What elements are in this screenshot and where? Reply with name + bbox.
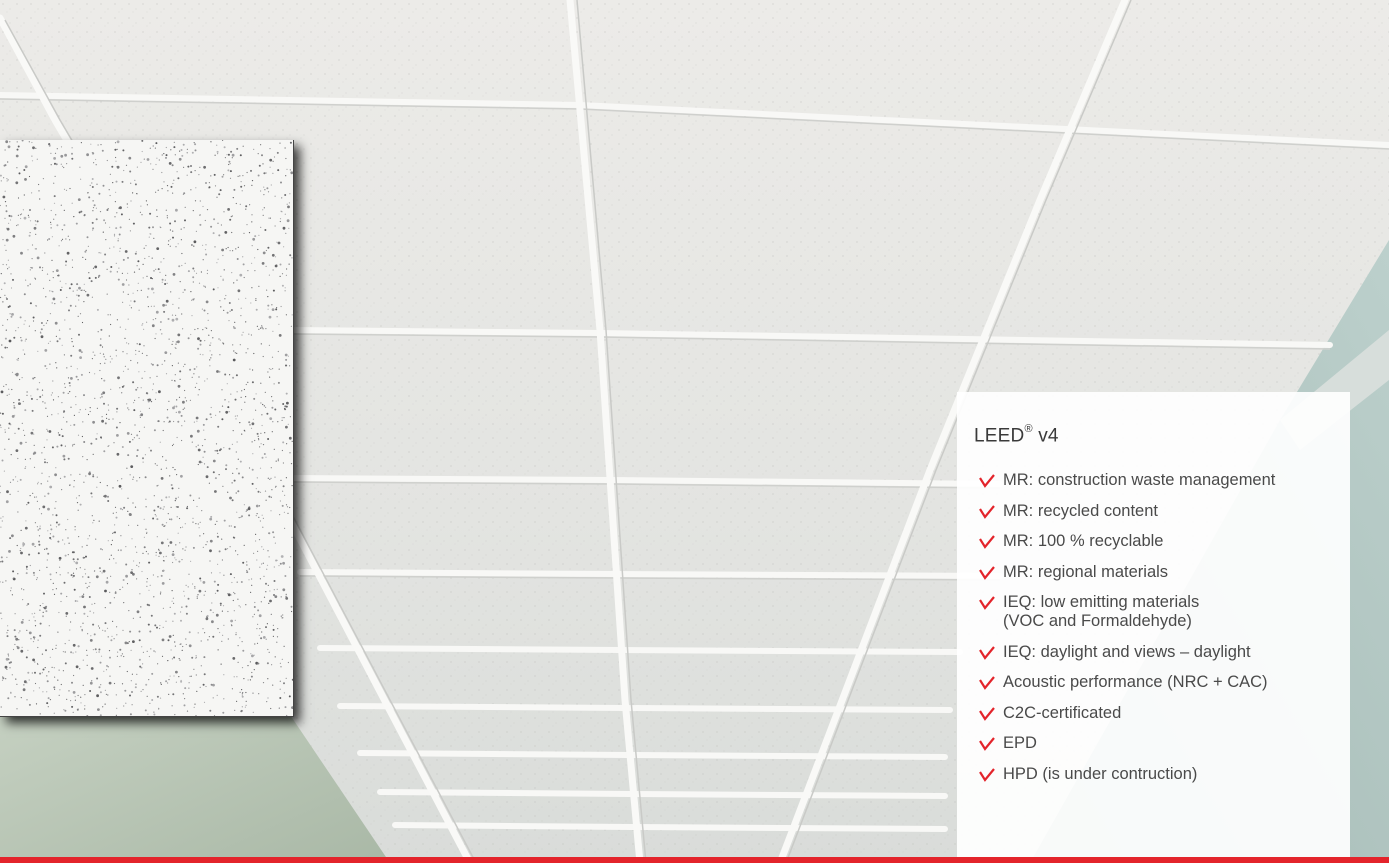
leed-list-item-text: MR: 100 % recyclable [1003,532,1164,551]
leed-info-panel: LEED® v4 MR: construction waste manageme… [957,392,1350,857]
down-right-arrow-icon [979,505,995,519]
leed-list-item-text: MR: recycled content [1003,501,1158,520]
leed-list-item: MR: construction waste management [974,471,1350,490]
panel-title: LEED® v4 [974,423,1350,447]
leed-list-item: MR: regional materials [974,563,1350,582]
down-right-arrow-icon [979,474,995,489]
registered-mark: ® [1024,423,1033,435]
panel-title-text: LEED [974,425,1025,447]
leed-list-item: IEQ: daylight and views – daylight [974,643,1350,662]
leed-list-item: MR: recycled content [974,502,1350,521]
leed-list-item: Acoustic performance (NRC + CAC) [974,673,1350,692]
down-right-arrow-icon [979,737,995,752]
leed-list-item: EPD [974,734,1350,753]
leed-list-item-text: MR: regional materials [1003,562,1169,581]
down-right-arrow-icon [979,596,995,611]
down-right-arrow-icon [979,707,995,721]
leed-list-item-text-line2: (VOC and Formaldehyde) [1003,612,1192,631]
leed-list-item-text: EPD [1003,734,1037,753]
down-right-arrow-icon [979,566,995,580]
down-right-arrow-icon [979,646,995,660]
leed-list-item: C2C-certificated [974,704,1350,723]
accent-bar [0,857,1389,863]
panel-title-version: v4 [1032,425,1059,447]
leed-list-item-text: Acoustic performance (NRC + CAC) [1003,673,1268,692]
leed-list-item-text: MR: construction waste management [1003,471,1276,490]
leed-list-item: HPD (is under contruction) [974,765,1350,784]
tile-texture-swatch [0,140,294,717]
down-right-arrow-icon [979,768,995,782]
leed-list-item-text: HPD (is under contruction) [1003,764,1198,783]
down-right-arrow-icon [979,676,995,691]
leed-list-item-text: IEQ: low emitting materials [1003,593,1200,612]
leed-list-item: IEQ: low emitting materials (VOC and Form… [974,593,1350,631]
leed-list-item-text: C2C-certificated [1003,703,1122,722]
down-right-arrow-icon [979,535,995,550]
leed-list-item-text: IEQ: daylight and views – daylight [1003,642,1251,661]
leed-criteria-list: MR: construction waste management MR: rec… [974,471,1350,784]
leed-list-item: MR: 100 % recyclable [974,532,1350,551]
